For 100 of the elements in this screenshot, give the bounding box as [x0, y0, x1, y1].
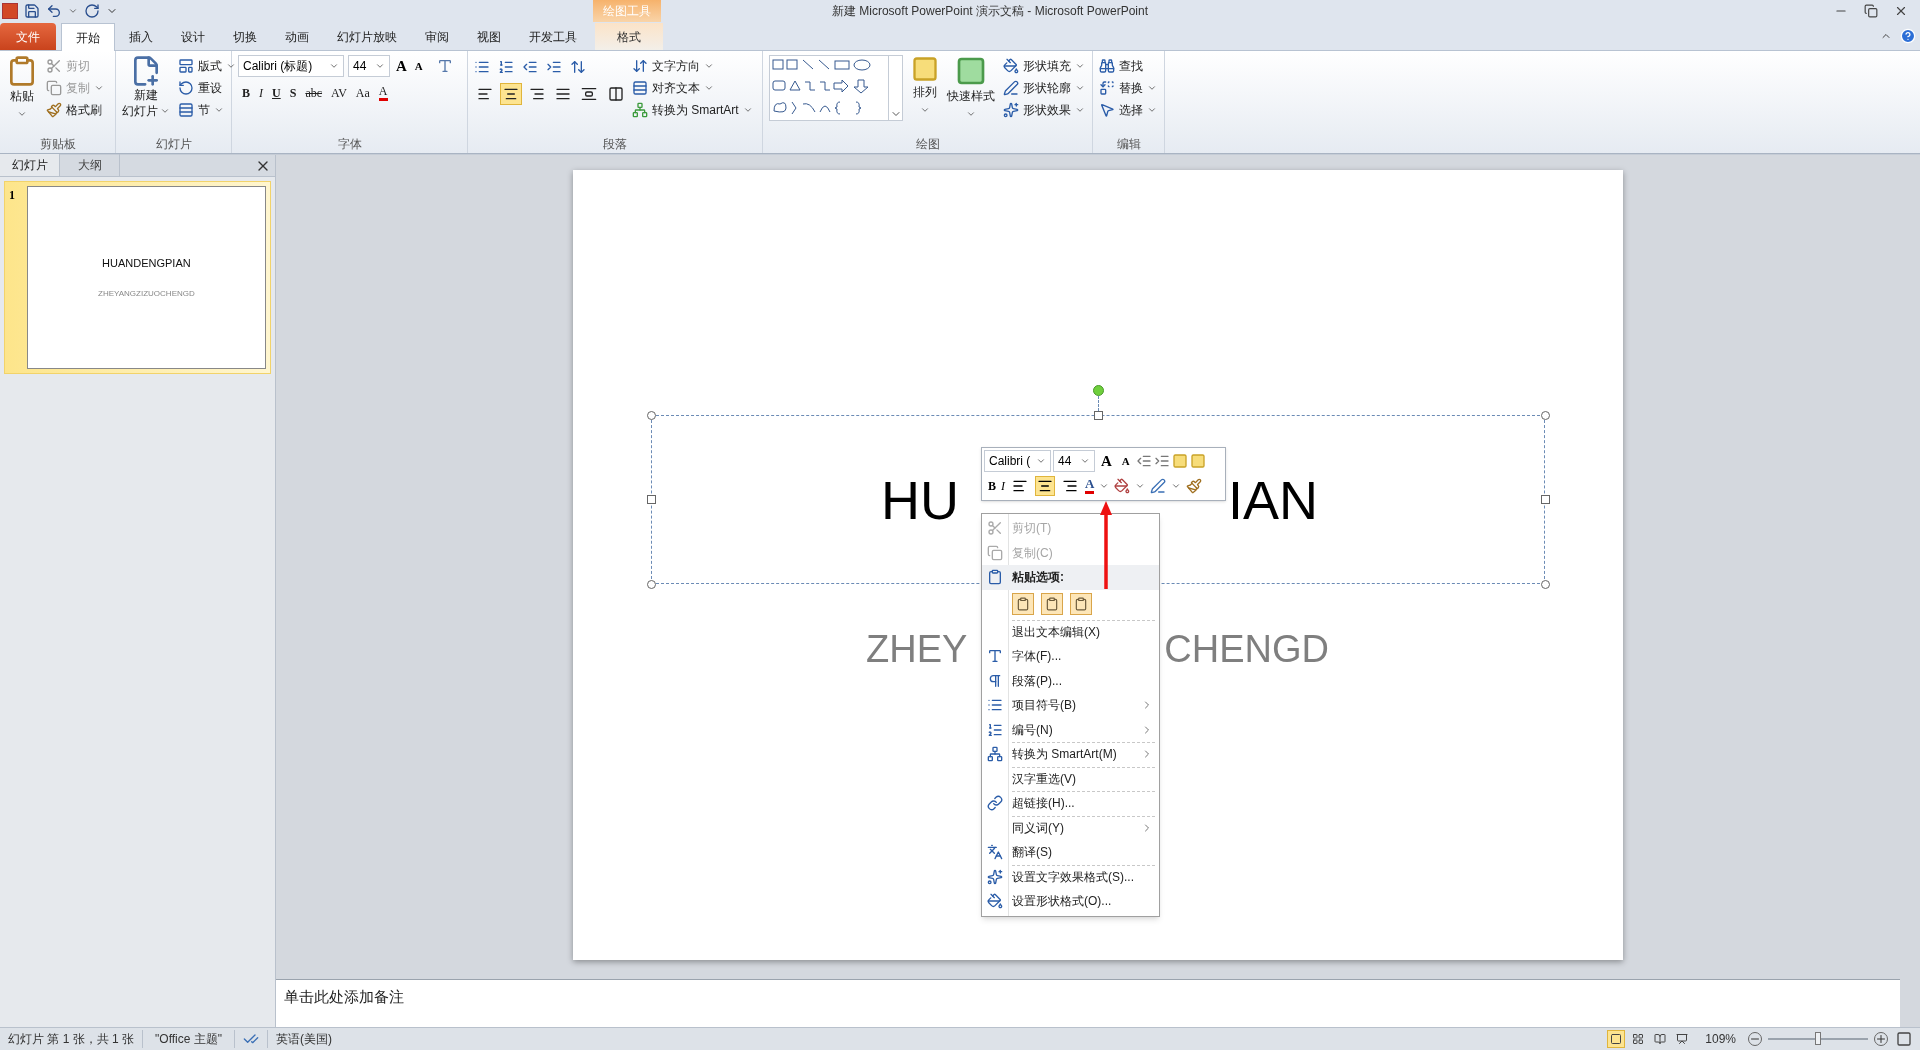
grow-font-button[interactable]: A: [394, 55, 409, 78]
align-icon: [555, 86, 571, 102]
panel-tab[interactable]: 幻灯片: [0, 154, 60, 176]
format-painter-icon[interactable]: [1186, 477, 1203, 494]
format-button[interactable]: B: [242, 83, 250, 102]
numbering-icon[interactable]: [498, 59, 514, 75]
slide-thumbnail[interactable]: HUANDENGPIAN ZHEYANGZIZUOCHENGD: [26, 186, 266, 369]
menu-item[interactable]: 编号(N): [982, 717, 1159, 742]
restore-icon[interactable]: [1864, 4, 1878, 18]
menu-item[interactable]: 退出文本编辑(X): [982, 619, 1159, 644]
zoom-slider-thumb[interactable]: [1815, 1032, 1821, 1045]
menu-item[interactable]: 设置文字效果格式(S)...: [982, 864, 1159, 889]
arrange-button[interactable]: 排列: [911, 55, 939, 135]
font-name-field[interactable]: Calibri (: [984, 450, 1051, 473]
paste-option-button[interactable]: [1012, 592, 1034, 615]
align-button[interactable]: [1035, 475, 1055, 496]
paste-button[interactable]: 粘贴: [6, 55, 38, 135]
italic-button[interactable]: I: [1001, 476, 1005, 495]
ribbon-tab[interactable]: 幻灯片放映: [323, 23, 411, 50]
ribbon-command[interactable]: 选择: [1099, 99, 1157, 121]
ribbon-command[interactable]: 格式刷: [46, 99, 104, 121]
format-button[interactable]: I: [259, 83, 263, 102]
outline-color-icon[interactable]: [1150, 477, 1167, 494]
ribbon-tab[interactable]: 开发工具: [515, 23, 591, 50]
view-icon: [1676, 1033, 1689, 1045]
ribbon-command[interactable]: 形状填充: [1003, 55, 1085, 77]
resize-handle[interactable]: [647, 411, 656, 420]
align-button[interactable]: [500, 83, 522, 105]
font-size-field[interactable]: 44: [1053, 450, 1095, 473]
increase-indent-icon[interactable]: [546, 59, 562, 75]
undo-icon[interactable]: [46, 3, 62, 19]
ribbon-tab[interactable]: 设计: [167, 23, 219, 50]
bullets-icon[interactable]: [474, 59, 490, 75]
ribbon-command[interactable]: 对齐文本: [632, 77, 753, 99]
translate-icon: [987, 844, 1003, 861]
resize-handle[interactable]: [647, 495, 656, 504]
menu-item[interactable]: 翻译(S): [982, 840, 1159, 865]
bold-button[interactable]: B: [988, 476, 996, 495]
ribbon-command[interactable]: 节: [178, 99, 236, 121]
help-icon[interactable]: [1900, 28, 1916, 44]
panel-tab[interactable]: 大纲: [60, 154, 120, 176]
format-button[interactable]: U: [272, 83, 281, 102]
menu-item[interactable]: 同义词(Y): [982, 815, 1159, 840]
menu-item[interactable]: 字体(F)...: [982, 644, 1159, 669]
font-size-field[interactable]: 44: [348, 55, 390, 78]
menu-item[interactable]: 段落(P)...: [982, 668, 1159, 693]
notes-field[interactable]: 单击此处添加备注: [276, 979, 1900, 1027]
paste-option-button[interactable]: [1070, 592, 1092, 615]
rotation-handle[interactable]: [1093, 385, 1104, 396]
resize-handle[interactable]: [647, 580, 656, 589]
ribbon-command[interactable]: 转换为 SmartArt: [632, 99, 753, 121]
ribbon-command[interactable]: 形状效果: [1003, 99, 1085, 121]
format-button[interactable]: abc: [305, 83, 323, 102]
ribbon-command[interactable]: 查找: [1099, 55, 1157, 77]
ribbon-command[interactable]: 版式: [178, 55, 236, 77]
shrink-font-button[interactable]: A: [412, 58, 425, 75]
columns-icon[interactable]: [608, 86, 624, 102]
paste-option-button[interactable]: [1041, 592, 1063, 615]
ribbon-tab[interactable]: 审阅: [411, 23, 463, 50]
resize-handle[interactable]: [1541, 495, 1550, 504]
grow-font-button[interactable]: A: [1097, 450, 1116, 473]
format-button[interactable]: Aa: [355, 83, 370, 102]
redo-icon[interactable]: [84, 3, 100, 19]
format-button[interactable]: AV: [331, 83, 347, 102]
save-icon[interactable]: [24, 3, 40, 19]
resize-handle[interactable]: [1094, 411, 1103, 420]
new-slide-button[interactable]: 新建 幻灯片: [122, 55, 170, 135]
line-spacing-icon[interactable]: [570, 59, 586, 75]
resize-handle[interactable]: [1541, 411, 1550, 420]
shrink-font-button[interactable]: A: [1117, 453, 1134, 470]
clear-format-icon[interactable]: [436, 58, 453, 75]
menu-item[interactable]: 转换为 SmartArt(M): [982, 742, 1159, 767]
ribbon-tab[interactable]: 动画: [271, 23, 323, 50]
font-name-field[interactable]: Calibri (标题): [238, 55, 344, 78]
menu-item[interactable]: 项目符号(B): [982, 693, 1159, 718]
view-button[interactable]: [1607, 1030, 1626, 1048]
menu-item[interactable]: 设置形状格式(O)...: [982, 889, 1159, 914]
ribbon-command[interactable]: 文字方向: [632, 55, 753, 77]
zoom-in-icon[interactable]: [1874, 1032, 1888, 1046]
format-button[interactable]: S: [289, 83, 297, 102]
resize-handle[interactable]: [1541, 580, 1550, 589]
close-icon[interactable]: [1894, 4, 1908, 18]
format-button[interactable]: A: [378, 84, 388, 101]
quick-styles-button[interactable]: 快速样式: [947, 55, 995, 135]
ribbon-command[interactable]: 形状轮廓: [1003, 77, 1085, 99]
ribbon-tab[interactable]: 切换: [219, 23, 271, 50]
ribbon-command[interactable]: 重设: [178, 77, 236, 99]
ribbon-tab[interactable]: 开始: [61, 23, 115, 51]
ribbon-command[interactable]: 替换: [1099, 77, 1157, 99]
ribbon-tab[interactable]: 格式: [595, 23, 663, 50]
ribbon-tab[interactable]: 插入: [115, 23, 167, 50]
font-color-button[interactable]: A: [1085, 477, 1095, 494]
menu-item[interactable]: 超链接(H)...: [982, 791, 1159, 816]
ribbon-tab[interactable]: 视图: [463, 23, 515, 50]
ribbon-tab[interactable]: 文件: [0, 23, 56, 50]
decrease-indent-icon[interactable]: [522, 59, 538, 75]
slide-thumbnail-row[interactable]: 1 HUANDENGPIAN ZHEYANGZIZUOCHENGD: [4, 181, 271, 374]
dropdown-icon: [1075, 105, 1085, 115]
menu-item[interactable]: 汉字重选(V): [982, 766, 1159, 791]
fill-color-icon[interactable]: [1114, 477, 1131, 494]
